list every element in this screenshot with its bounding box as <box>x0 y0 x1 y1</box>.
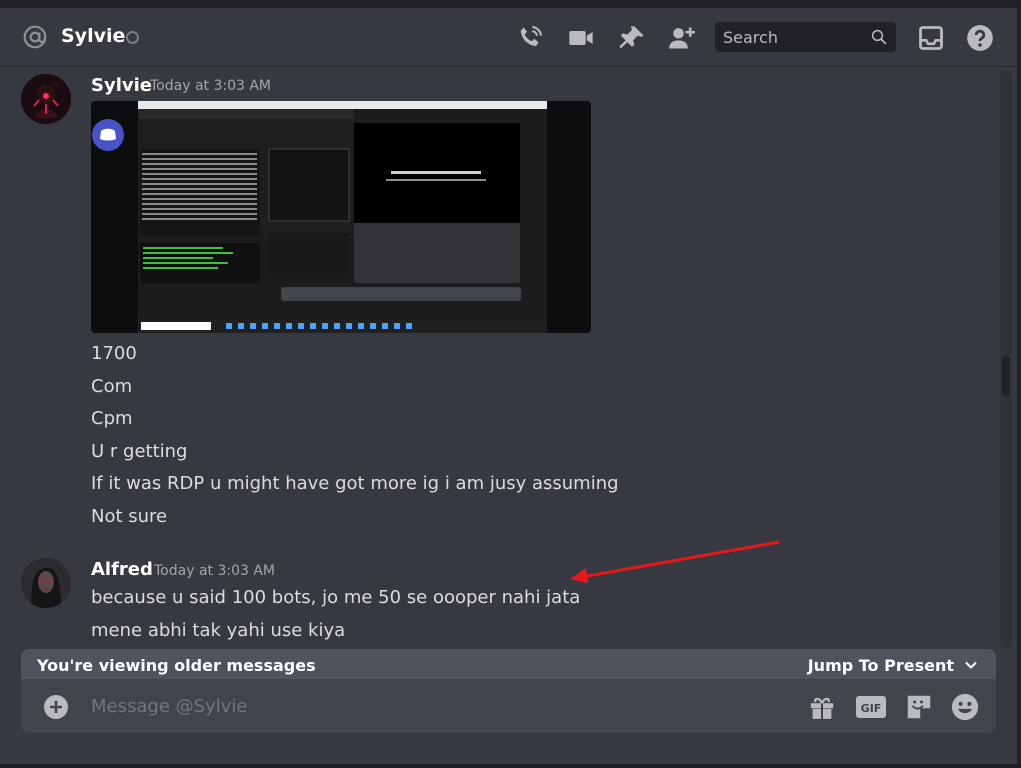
pin-icon[interactable] <box>618 24 646 52</box>
emoji-icon[interactable] <box>950 692 980 722</box>
gift-icon[interactable] <box>807 692 837 722</box>
add-friend-icon[interactable] <box>668 24 696 52</box>
message-author[interactable]: Alfred <box>91 559 153 580</box>
add-attachment-icon[interactable] <box>43 694 69 720</box>
jump-to-present-button[interactable]: Jump To Present <box>808 656 978 675</box>
jump-to-present-label: Jump To Present <box>807 656 954 675</box>
message-list[interactable]: Sylvie Today at 3:03 AM 1700 Com Cpm U r… <box>0 67 1017 667</box>
voice-call-icon[interactable] <box>516 24 544 52</box>
help-icon[interactable] <box>966 24 994 52</box>
message-line: 1700 <box>91 343 137 364</box>
message-line: because u said 100 bots, jo me 50 se ooo… <box>91 587 581 608</box>
message-input[interactable] <box>83 689 731 723</box>
annotation-arrow <box>570 540 780 583</box>
discord-app: Sylvie Search Sylvie Today at 3:03 AM 17… <box>0 0 1017 764</box>
message-line: U r getting <box>91 441 188 462</box>
search-box[interactable] <box>715 22 896 52</box>
sticker-icon[interactable] <box>904 692 934 722</box>
older-messages-text: You're viewing older messages <box>37 656 316 675</box>
video-call-icon[interactable] <box>567 24 595 52</box>
message-line: mene abhi tak yahi use kiya <box>91 620 346 641</box>
screenshot-image[interactable] <box>91 101 591 333</box>
avatar[interactable] <box>21 558 71 608</box>
message-composer: GIF <box>21 679 996 733</box>
chevron-down-icon <box>964 657 978 671</box>
scrollbar-thumb[interactable] <box>1002 356 1010 396</box>
avatar[interactable] <box>21 74 71 124</box>
channel-header: Sylvie <box>0 8 1017 67</box>
gif-icon[interactable]: GIF <box>855 692 887 722</box>
message-line: Cpm <box>91 408 133 429</box>
status-indicator <box>126 31 139 44</box>
message-scrollbar[interactable] <box>1000 70 1012 648</box>
inbox-icon[interactable] <box>917 24 945 52</box>
channel-title: Sylvie <box>61 25 126 47</box>
message-line: Not sure <box>91 506 168 527</box>
search-icon <box>870 28 888 46</box>
message-author[interactable]: Sylvie <box>91 75 152 96</box>
message-timestamp: Today at 3:03 AM <box>154 563 276 579</box>
window-right-border <box>1017 0 1021 768</box>
gif-label: GIF <box>861 702 882 715</box>
search-input[interactable] <box>715 22 871 52</box>
at-icon <box>22 24 48 50</box>
message-timestamp: Today at 3:03 AM <box>150 78 272 94</box>
window-bottom-border <box>0 764 1021 768</box>
message-line: If it was RDP u might have got more ig i… <box>91 473 619 494</box>
window-top-strip <box>0 0 1017 8</box>
message-line: Com <box>91 376 133 397</box>
